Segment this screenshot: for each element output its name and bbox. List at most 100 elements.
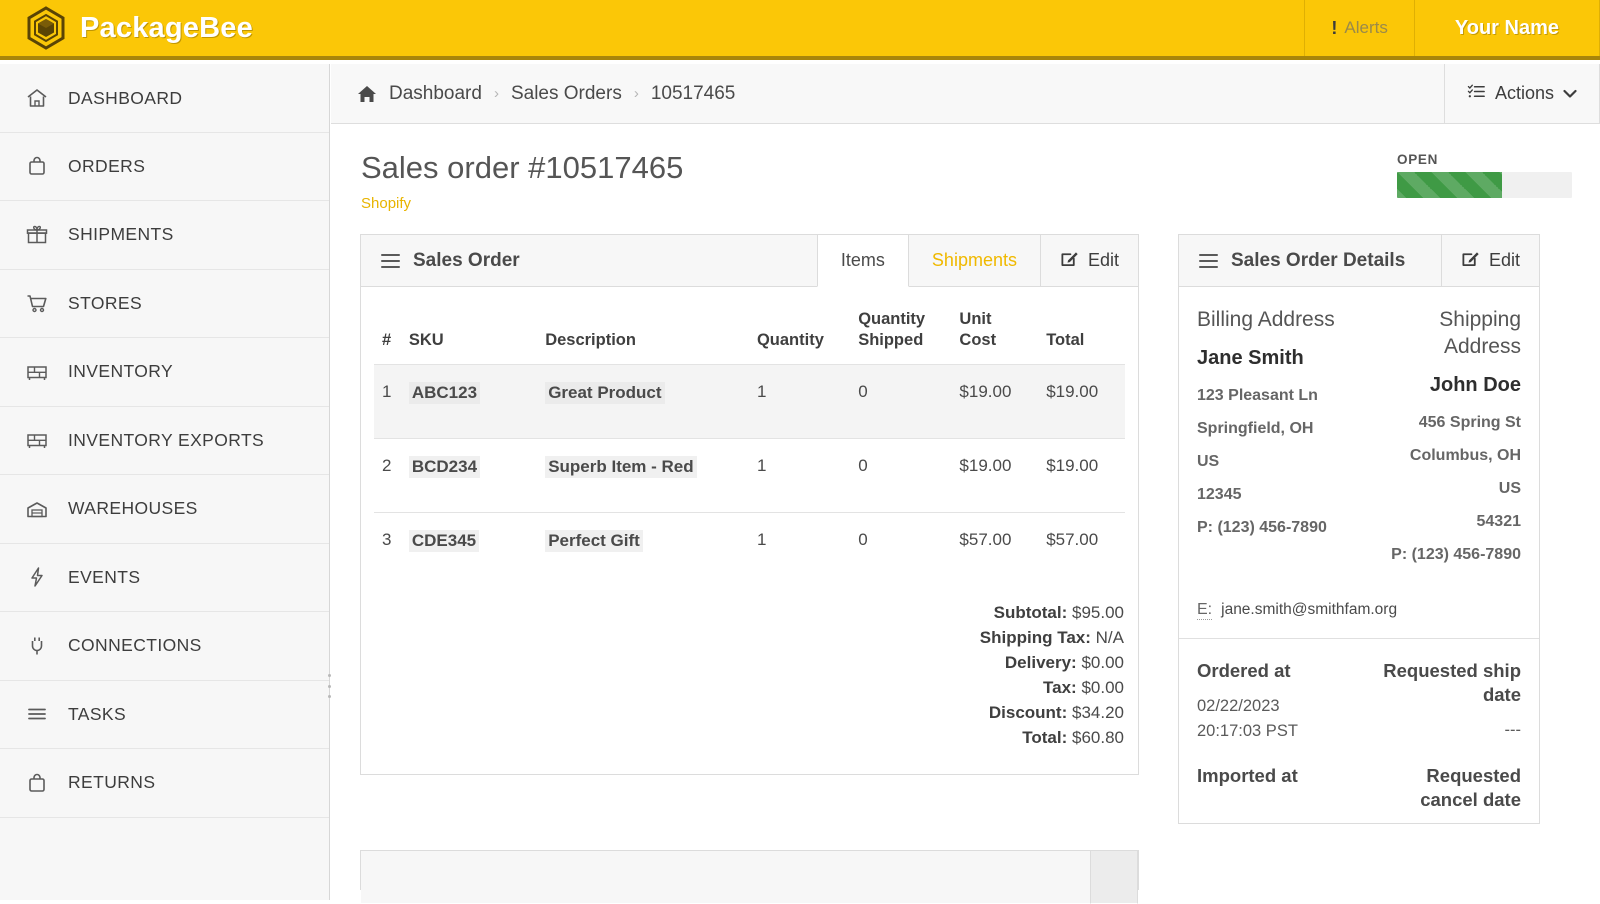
hamburger-icon[interactable] (381, 253, 400, 268)
next-card-header (361, 850, 1138, 904)
imported-at-label: Imported at (1197, 764, 1298, 786)
shipping-address-block: Shipping Address John Doe 456 Spring St … (1364, 307, 1521, 571)
breadcrumb-item-dashboard[interactable]: Dashboard (389, 83, 482, 105)
sidebar-item-label: DASHBOARD (68, 87, 183, 108)
status-progress-track (1397, 172, 1572, 198)
sales-order-details-card: Sales Order Details Edit Billing Address… (1178, 234, 1540, 824)
shipping-postal: 54321 (1476, 512, 1522, 530)
sidebar-item-connections[interactable]: CONNECTIONS (0, 612, 329, 681)
col-header-sku: SKU (408, 330, 444, 349)
hamburger-icon[interactable] (1199, 253, 1218, 268)
shopping-cart-icon (24, 290, 50, 316)
next-card-tab[interactable] (1090, 850, 1138, 904)
cell-num: 3 (374, 512, 401, 587)
requested-cancel-date-block: Requested cancel date (1364, 764, 1521, 823)
tab-items-label: Items (840, 250, 885, 270)
bag-icon (24, 153, 50, 179)
cell-unit-cost: $19.00 (951, 438, 1039, 513)
total-row-delivery: Delivery: $0.00 (375, 650, 1124, 675)
shipping-street: 456 Spring St (1418, 413, 1521, 431)
cell-description: Great Product (537, 364, 749, 439)
total-value: N/A (1095, 628, 1124, 648)
total-value: $0.00 (1081, 653, 1124, 673)
tab-shipments[interactable]: Shipments (909, 235, 1040, 286)
order-source-link[interactable]: Shopify (361, 195, 1570, 212)
edit-details-button[interactable]: Edit (1440, 235, 1539, 286)
table-row[interactable]: 1 ABC123 Great Product 1 0 $19.00 $19.00 (374, 364, 1125, 439)
col-header-quantity: Quantity (756, 330, 824, 349)
sidebar-item-inventory[interactable]: INVENTORY (0, 338, 329, 407)
col-header-description: Description (545, 330, 636, 349)
requested-ship-date-value: --- (1504, 720, 1521, 739)
total-label: Delivery: (1004, 653, 1077, 673)
plug-icon (24, 633, 50, 659)
cell-quantity-shipped: 0 (850, 512, 952, 587)
page-title: Sales order #10517465 (361, 150, 684, 185)
cell-sku: ABC123 (400, 364, 538, 439)
hexagon-cube-logo-icon (26, 6, 66, 50)
actions-dropdown-button[interactable]: Actions (1443, 64, 1600, 123)
sidebar-item-inventory-exports[interactable]: INVENTORY EXPORTS (0, 407, 329, 475)
sidebar-item-shipments[interactable]: SHIPMENTS (0, 201, 329, 270)
breadcrumb-item-sales-orders[interactable]: Sales Orders (511, 83, 622, 105)
table-row[interactable]: 3 CDE345 Perfect Gift 1 0 $57.00 $57.00 (374, 512, 1125, 587)
alerts-button[interactable]: ! Alerts (1304, 0, 1413, 56)
card-title-text: Sales Order Details (1231, 249, 1406, 271)
items-table-body: 1 ABC123 Great Product 1 0 $19.00 $19.00… (374, 364, 1125, 587)
sidebar-item-dashboard[interactable]: DASHBOARD (0, 64, 329, 133)
total-row-tax: Tax: $0.00 (375, 675, 1124, 700)
edit-sales-order-button[interactable]: Edit (1039, 235, 1138, 286)
shipping-address-heading: Shipping Address (1439, 308, 1521, 358)
ordered-at-label: Ordered at (1197, 659, 1291, 681)
cell-description: Superb Item - Red (537, 438, 749, 513)
cell-description-value: Great Product (545, 382, 665, 405)
sidebar: DASHBOARD ORDERS SHIPMENTS STORES INVENT… (0, 64, 331, 900)
sidebar-item-label: SHIPMENTS (68, 224, 174, 245)
cell-sku-value: ABC123 (408, 382, 481, 405)
dates-grid-second: Imported at Requested cancel date (1179, 744, 1539, 823)
table-row[interactable]: 2 BCD234 Superb Item - Red 1 0 $19.00 $1… (374, 438, 1125, 513)
sidebar-item-events[interactable]: EVENTS (0, 544, 329, 612)
total-label: Subtotal: (993, 603, 1068, 623)
sidebar-item-warehouses[interactable]: WAREHOUSES (0, 475, 329, 544)
ordered-at-block: Ordered at 02/22/2023 20:17:03 PST (1197, 659, 1354, 744)
items-table-wrapper: # SKU Description Quantity Quantity Ship… (361, 287, 1138, 587)
tab-items[interactable]: Items (816, 235, 909, 287)
sidebar-item-label: CONNECTIONS (68, 635, 202, 656)
actions-label: Actions (1494, 83, 1554, 103)
billing-country: US (1197, 452, 1220, 470)
dates-grid: Ordered at 02/22/2023 20:17:03 PST Reque… (1179, 639, 1539, 744)
sidebar-item-stores[interactable]: STORES (0, 270, 329, 338)
cell-total: $19.00 (1038, 364, 1125, 439)
cell-description: Perfect Gift (537, 512, 749, 587)
shipping-city-state: Columbus, OH (1409, 446, 1521, 464)
sidebar-item-tasks[interactable]: TASKS (0, 681, 329, 749)
email-row: E: jane.smith@smithfam.org (1179, 579, 1539, 639)
sidebar-item-orders[interactable]: ORDERS (0, 133, 329, 201)
home-icon[interactable] (357, 84, 377, 104)
total-label: Discount: (988, 703, 1068, 723)
brand-logo-area[interactable]: PackageBee (0, 0, 275, 56)
shipping-country: US (1498, 479, 1521, 497)
cell-num: 1 (374, 364, 401, 439)
pencil-square-icon (1060, 249, 1079, 273)
chevron-right-icon: › (493, 85, 499, 102)
home-icon (24, 85, 50, 111)
requested-ship-date-block: Requested ship date --- (1364, 659, 1521, 744)
status-progress-fill (1397, 172, 1502, 198)
exclamation-icon: ! (1331, 17, 1338, 38)
next-card-partial (360, 849, 1139, 904)
total-label: Shipping Tax: (979, 628, 1091, 648)
cell-quantity: 1 (748, 438, 851, 513)
cell-unit-cost: $57.00 (951, 512, 1039, 587)
next-card-title-area (361, 851, 1090, 903)
sidebar-item-returns[interactable]: RETURNS (0, 749, 329, 818)
email-value[interactable]: jane.smith@smithfam.org (1221, 601, 1397, 619)
card-title-text: Sales Order (413, 249, 520, 271)
cell-sku: BCD234 (400, 438, 538, 513)
billing-city-state: Springfield, OH (1197, 419, 1314, 437)
total-value: $0.00 (1081, 678, 1124, 698)
email-abbr-label: E: (1197, 600, 1213, 620)
user-menu-button[interactable]: Your Name (1413, 0, 1600, 56)
